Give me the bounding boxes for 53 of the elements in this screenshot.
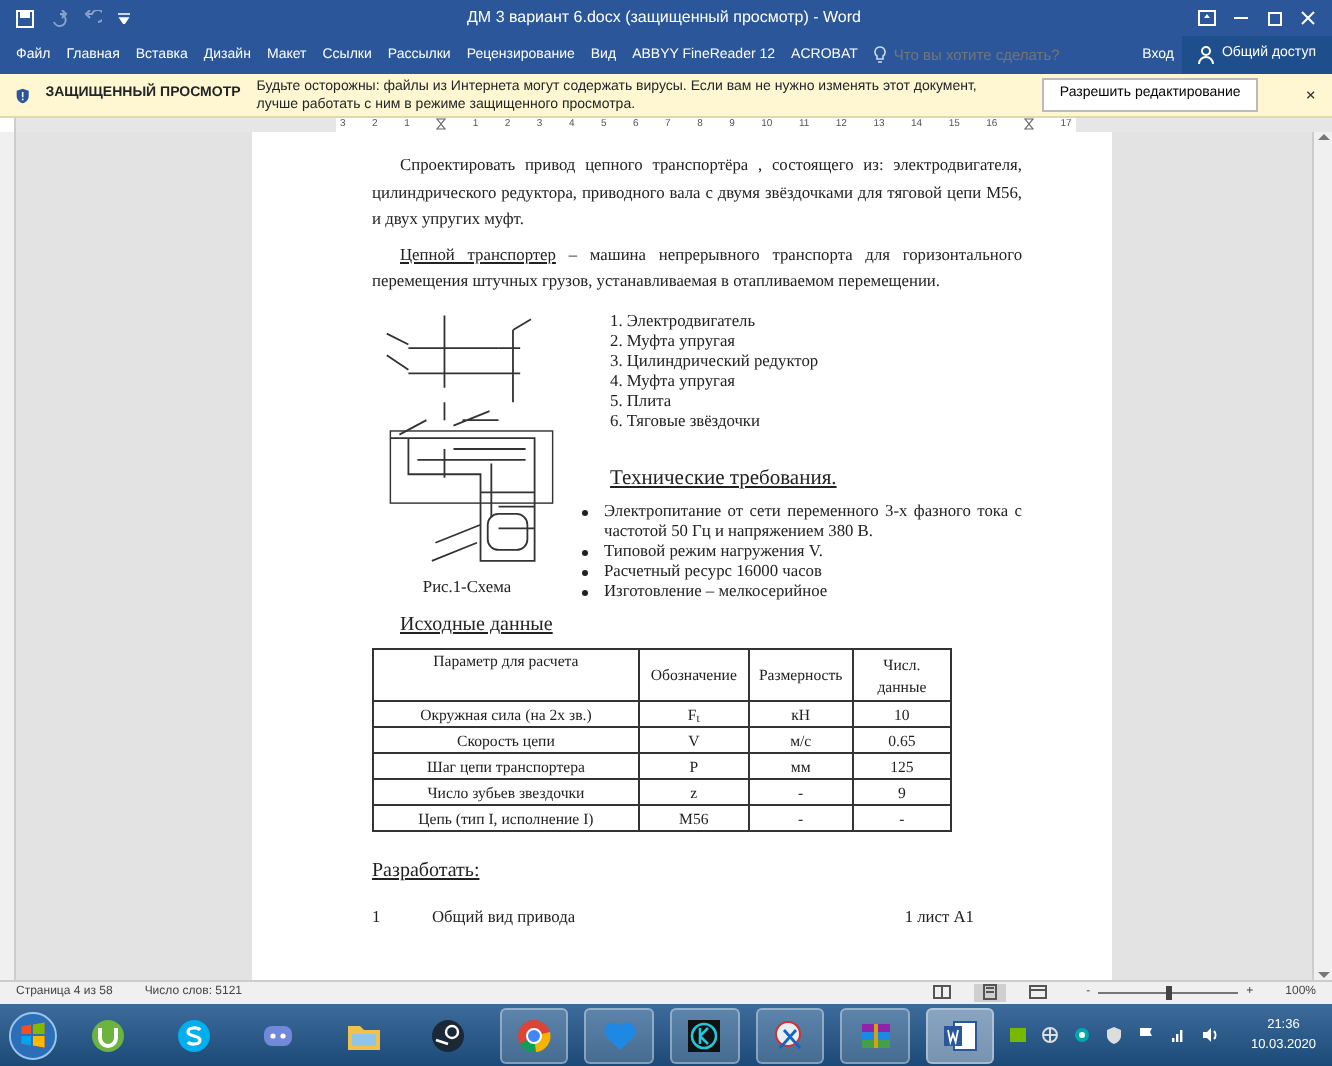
- bullet-icon: [582, 550, 588, 557]
- shield-icon: [16, 83, 30, 107]
- customize-icon[interactable]: [118, 12, 130, 24]
- web-layout-icon[interactable]: [1028, 983, 1049, 1000]
- redo-icon[interactable]: [50, 9, 68, 27]
- window-title: ДМ 3 вариант 6.docx (защищенный просмотр) - Word: [465, 6, 863, 30]
- letter-k-icon[interactable]: [686, 1017, 723, 1053]
- word-icon[interactable]: [942, 1017, 979, 1053]
- component-item: 1. Электродвигатель: [610, 311, 758, 331]
- indent-marker-icon[interactable]: [1023, 118, 1034, 130]
- component-item: 3. Цилиндрический редуктор: [610, 351, 821, 371]
- ring-icon[interactable]: [1074, 1026, 1091, 1044]
- read-mode-icon[interactable]: [932, 983, 953, 1000]
- requirement-item: Электропитание от сети переменного 3-х фазного тока с частотой 50 Гц и напряжением 380 В.: [604, 502, 1022, 543]
- indent-marker-icon[interactable]: [436, 118, 447, 130]
- maximize-icon[interactable]: [1266, 10, 1284, 26]
- requirement-item: Расчетный ресурс 16000 часов: [604, 562, 824, 583]
- ribbon-display-icon[interactable]: [1198, 10, 1216, 26]
- zoom-slider-thumb[interactable]: [1165, 986, 1172, 1000]
- component-item: 6. Тяговые звёздочки: [610, 411, 762, 431]
- table-title: Исходные данные: [400, 612, 555, 641]
- item-number: 1: [372, 906, 383, 931]
- utorrent-icon[interactable]: [90, 1017, 127, 1053]
- steam-icon[interactable]: [430, 1017, 467, 1053]
- shield-icon[interactable]: [1106, 1026, 1123, 1044]
- bullet-icon: [582, 570, 588, 577]
- skype-icon[interactable]: [175, 1017, 212, 1053]
- chrome-icon[interactable]: [516, 1017, 552, 1053]
- speaker-icon[interactable]: [1202, 1026, 1219, 1044]
- item-sheets: 1 лист А1: [904, 906, 974, 931]
- close-icon[interactable]: [1306, 88, 1317, 102]
- start-button-icon[interactable]: [8, 1009, 58, 1061]
- bullet-icon: [582, 590, 588, 597]
- develop-heading: Разработать:: [372, 858, 482, 887]
- nvidia-icon[interactable]: [1010, 1026, 1027, 1044]
- component-item: 5. Плита: [610, 391, 674, 411]
- paragraph: Спроектировать привод цепного транспортёра , состоящего из: электродвигателя, цилиндрического редуктора, приводного вала с двумя звёздочками для тяговой цепи М56, и двух упругих муфт.: [372, 154, 1022, 232]
- globe-icon[interactable]: [1042, 1026, 1059, 1044]
- requirements-heading: Технические требования.: [610, 465, 839, 493]
- requirement-item: Типовой режим нагружения V.: [604, 542, 825, 563]
- requirement-item: Изготовление – мелкосерийное: [604, 582, 830, 603]
- figure-caption: Рис.1-Схема: [422, 575, 512, 599]
- component-item: 4. Муфта упругая: [610, 371, 738, 391]
- save-icon[interactable]: [16, 9, 34, 27]
- item-text: Общий вид привода: [432, 906, 578, 931]
- component-item: 2. Муфта упругая: [610, 331, 738, 351]
- print-layout-icon[interactable]: [980, 983, 1001, 1000]
- lightbulb-icon: [873, 46, 886, 64]
- signal-bars-icon[interactable]: [1170, 1026, 1187, 1044]
- undo-icon[interactable]: [84, 9, 102, 27]
- paragraph: Цепной транспортер – машина непрерывного транспорта для горизонтального перемещения штучных грузов, устанавливаемая в отапливаемом перемещении.: [372, 243, 1022, 294]
- bullet-icon: [582, 510, 588, 517]
- person-icon: [1197, 46, 1214, 64]
